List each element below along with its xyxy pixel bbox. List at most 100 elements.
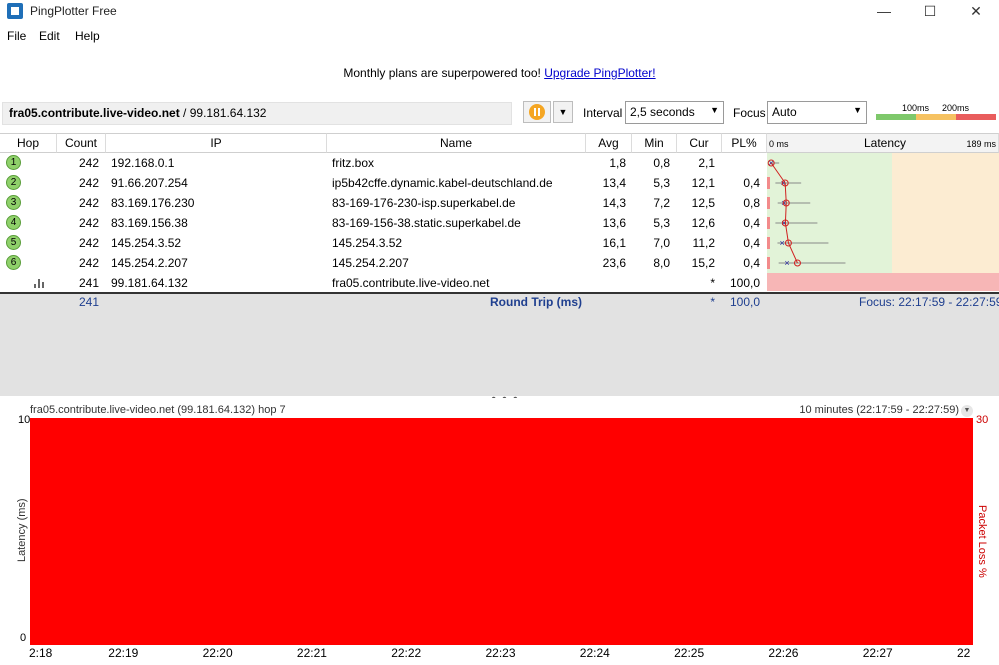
round-trip-pl: 100,0 — [729, 295, 760, 309]
bar-chart-icon[interactable] — [34, 279, 46, 288]
cell-name: 145.254.2.207 — [332, 256, 409, 270]
menu-help[interactable]: Help — [75, 29, 100, 43]
chevron-down-icon: ▼ — [710, 105, 719, 115]
cell-avg: 14,3 — [602, 196, 626, 210]
x-tick-label: 22:25 — [674, 646, 705, 660]
interval-select[interactable]: 2,5 seconds ▼ — [625, 101, 724, 124]
cell-min: 7,0 — [653, 236, 670, 250]
cell-avg: 13,4 — [602, 176, 626, 190]
pause-icon — [529, 104, 545, 120]
table-row[interactable]: 4 242 83.169.156.38 83-169-156-38.static.su… — [0, 213, 767, 233]
cell-pl: 0,4 — [743, 216, 760, 230]
interval-label: Interval — [583, 106, 623, 120]
cell-cur: 15,2 — [691, 256, 715, 270]
chevron-down-icon: ▼ — [853, 105, 862, 115]
table-row[interactable]: 241 99.181.64.132 fra05.contribute.live-vi… — [0, 273, 767, 293]
header-latency[interactable]: 0 ms Latency 189 ms — [767, 133, 999, 153]
cell-min: 8,0 — [653, 256, 670, 270]
cell-cur: 12,1 — [691, 176, 715, 190]
target-host: fra05.contribute.live-video.net — [9, 106, 180, 120]
cell-cur: * — [710, 276, 715, 290]
y-right-title: Packet Loss % — [976, 505, 988, 578]
packet-loss-mark — [767, 217, 770, 229]
header-hop[interactable]: Hop — [0, 133, 57, 153]
y-right-max: 30 — [976, 414, 989, 426]
header-ip[interactable]: IP — [106, 133, 327, 153]
header-cur[interactable]: Cur — [677, 133, 722, 153]
x-tick-label: 22 — [957, 646, 971, 660]
interval-value: 2,5 seconds — [630, 105, 695, 119]
table-row[interactable]: 6 242 145.254.2.207 145.254.2.207 23,6 8,0 15,… — [0, 253, 767, 273]
cell-cur: 11,2 — [692, 236, 715, 250]
latency-cur-mark: × — [769, 158, 774, 168]
latency-min-label: 0 ms — [769, 139, 789, 149]
table-row[interactable]: 2 242 91.66.207.254 ip5b42cffe.dynamic.kabe… — [0, 173, 767, 193]
title-bar: PingPlotter Free — ☐ ✕ — [0, 0, 999, 24]
round-trip-count: 241 — [78, 295, 99, 309]
cell-count: 242 — [78, 256, 99, 270]
target-field[interactable]: fra05.contribute.live-video.net / 99.181… — [2, 102, 512, 125]
cell-min: 5,3 — [653, 216, 670, 230]
hop-badge: 2 — [6, 175, 21, 190]
minimize-button[interactable]: — — [861, 0, 907, 24]
cell-min: 7,2 — [653, 196, 670, 210]
header-count[interactable]: Count — [57, 133, 106, 153]
table-row[interactable]: 3 242 83.169.176.230 83-169-176-230-isp.sup… — [0, 193, 767, 213]
chevron-down-icon[interactable]: ▼ — [961, 405, 973, 417]
promo-text: Monthly plans are superpowered too! — [343, 66, 545, 80]
pause-dropdown-button[interactable]: ▼ — [553, 101, 573, 123]
cell-count: 242 — [78, 216, 99, 230]
maximize-button[interactable]: ☐ — [907, 0, 953, 24]
x-tick-label: 22:22 — [391, 646, 422, 660]
cell-min: 0,8 — [653, 156, 670, 170]
close-button[interactable]: ✕ — [953, 0, 999, 24]
packet-loss-mark — [767, 257, 770, 269]
cell-min: 5,3 — [653, 176, 670, 190]
table-row[interactable]: 5 242 145.254.3.52 145.254.3.52 16,1 7,0 11,2 0… — [0, 233, 767, 253]
cell-ip: 83.169.156.38 — [111, 216, 188, 230]
timeline-graph: fra05.contribute.live-video.net (99.181.… — [0, 398, 999, 665]
packet-loss-mark — [767, 177, 770, 189]
menu-edit[interactable]: Edit — [39, 29, 60, 43]
header-name[interactable]: Name — [327, 133, 586, 153]
x-tick-label: 22:26 — [768, 646, 799, 660]
cell-name: 145.254.3.52 — [332, 236, 403, 250]
graph-range[interactable]: 10 minutes (22:17:59 - 22:27:59) — [799, 404, 959, 416]
x-tick-label: 2:18 — [29, 646, 53, 660]
cell-count: 242 — [78, 156, 99, 170]
trace-table: Hop Count IP Name Avg Min Cur PL% 0 ms L… — [0, 133, 999, 396]
y-left-max: 10 — [18, 414, 31, 426]
target-separator: / — [179, 106, 190, 120]
header-min[interactable]: Min — [632, 133, 677, 153]
latency-graph: ×××××× — [767, 153, 999, 291]
table-row[interactable]: 1 242 192.168.0.1 fritz.box 1,8 0,8 2,1 — [0, 153, 767, 173]
header-pl[interactable]: PL% — [722, 133, 767, 153]
hop-badge: 6 — [6, 255, 21, 270]
hop-badge: 3 — [6, 195, 21, 210]
cell-cur: 2,1 — [698, 156, 715, 170]
toolbar: fra05.contribute.live-video.net / 99.181… — [0, 100, 999, 128]
latency-cur-mark: × — [784, 258, 789, 268]
focus-select[interactable]: Auto ▼ — [767, 101, 867, 124]
header-avg[interactable]: Avg — [586, 133, 632, 153]
cell-name: ip5b42cffe.dynamic.kabel-deutschland.de — [332, 176, 553, 190]
cell-ip: 145.254.3.52 — [111, 236, 182, 250]
latency-legend-bar — [876, 114, 996, 120]
cell-avg: 13,6 — [602, 216, 626, 230]
x-tick-label: 22:21 — [296, 646, 327, 660]
menu-file[interactable]: File — [7, 29, 26, 43]
cell-pl: 0,8 — [743, 196, 760, 210]
graph-plot-area[interactable] — [30, 418, 973, 645]
round-trip-label: Round Trip (ms) — [490, 295, 582, 309]
cell-name: fra05.contribute.live-video.net — [332, 276, 490, 290]
cell-avg: 1,8 — [609, 156, 626, 170]
cell-ip: 145.254.2.207 — [111, 256, 188, 270]
y-left-title: Latency (ms) — [16, 498, 28, 562]
latency-max-label: 189 ms — [966, 139, 996, 149]
cell-avg: 23,6 — [602, 256, 626, 270]
upgrade-link[interactable]: Upgrade PingPlotter! — [544, 66, 655, 80]
legend-100-label: 100ms — [902, 103, 930, 113]
app-logo-icon — [7, 3, 23, 19]
hop-badge: 1 — [6, 155, 21, 170]
pause-button[interactable] — [523, 101, 551, 123]
